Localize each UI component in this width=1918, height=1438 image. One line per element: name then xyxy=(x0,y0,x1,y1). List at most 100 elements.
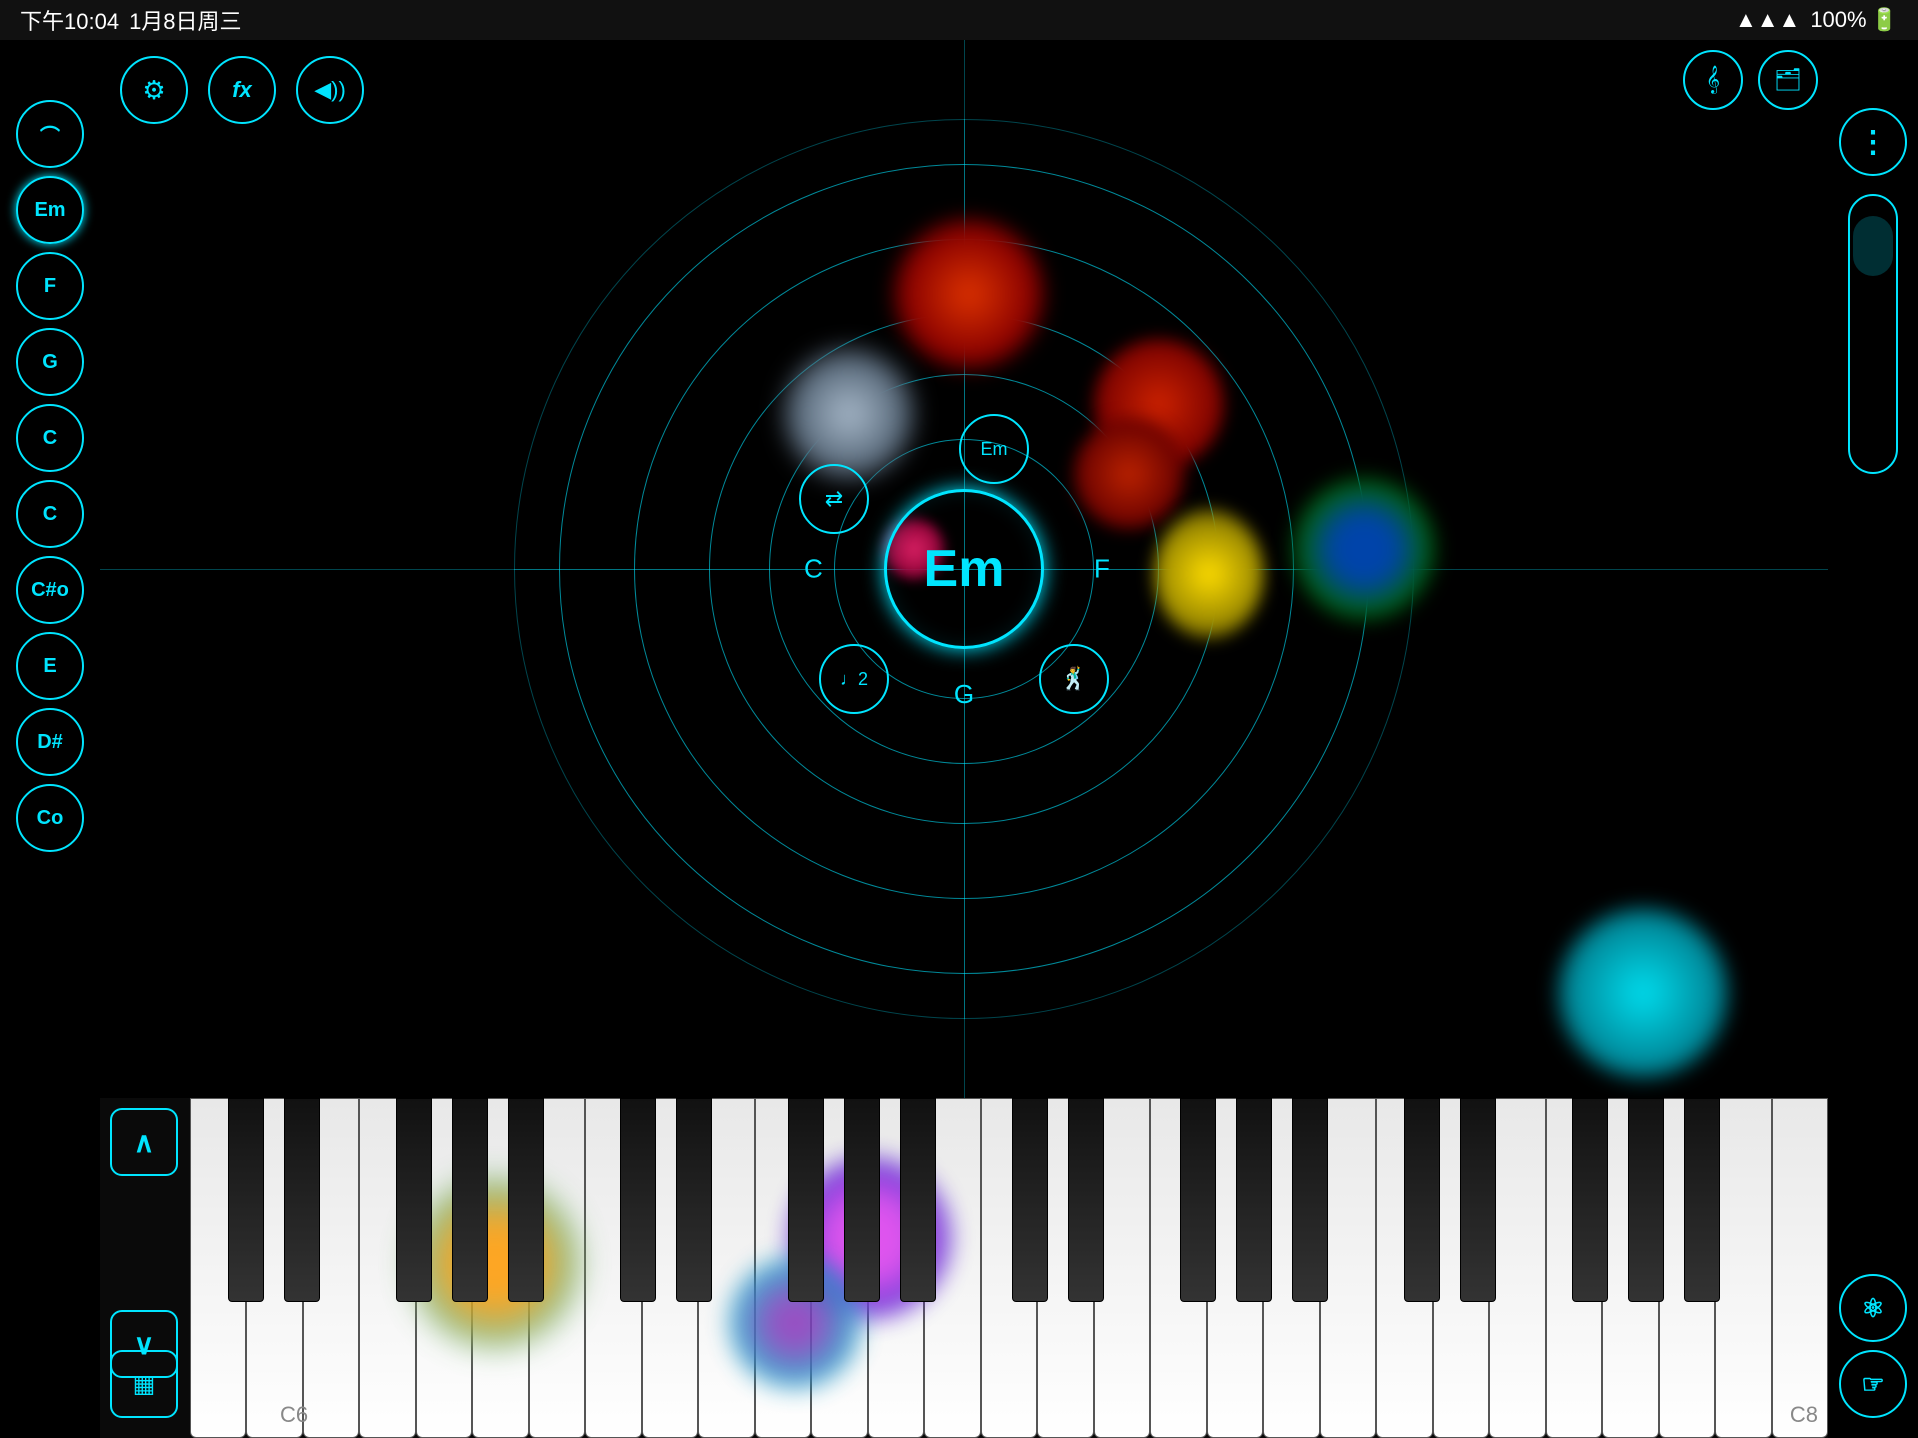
status-date: 1月8日周三 xyxy=(129,4,241,36)
piano-grid-icon: ▦ xyxy=(133,1370,156,1399)
piano-keys[interactable]: C6 C8 xyxy=(190,1098,1828,1438)
chord-c1-label: C xyxy=(43,427,57,450)
black-key-18[interactable] xyxy=(1236,1098,1272,1302)
chord-e-button[interactable]: E xyxy=(16,632,84,700)
main-visualization: Em ⇄ ♩2 🕺 Em C F G xyxy=(100,40,1828,1098)
black-key-14[interactable] xyxy=(1012,1098,1048,1302)
inner-em-circle[interactable]: Em xyxy=(959,414,1029,484)
hand-icon: ☞ xyxy=(1861,1369,1884,1400)
right-toolbar: ⋮ ⚛ ☞ xyxy=(1828,40,1918,1438)
blob-yellow xyxy=(1154,509,1264,639)
chord-g-button[interactable]: G xyxy=(16,328,84,396)
hand-button[interactable]: ☞ xyxy=(1839,1350,1907,1418)
top-toolbar: ⚙ fx ◀)) xyxy=(100,40,1828,140)
black-key-4[interactable] xyxy=(452,1098,488,1302)
fx-button[interactable]: fx xyxy=(208,56,276,124)
chord-e-label: E xyxy=(43,655,56,678)
chord-c2-label: C xyxy=(43,503,57,526)
file-button[interactable]: 🗂 xyxy=(1758,50,1818,110)
swap-button[interactable]: ⇄ xyxy=(799,464,869,534)
black-key-15[interactable] xyxy=(1068,1098,1104,1302)
file-icon: 🗂 xyxy=(1774,67,1802,93)
chord-co-button[interactable]: Co xyxy=(16,784,84,852)
chord-em-button[interactable]: Em xyxy=(16,176,84,244)
metronome-icon: 𝄞 xyxy=(1706,66,1720,94)
chord-dsharp-button[interactable]: D# xyxy=(16,708,84,776)
gear-icon: ⚙ xyxy=(142,75,165,106)
piano-scroll-up-button[interactable]: ∧ xyxy=(110,1108,178,1176)
black-key-10[interactable] xyxy=(788,1098,824,1302)
black-key-24[interactable] xyxy=(1572,1098,1608,1302)
chord-csharpo-button[interactable]: C#o xyxy=(16,556,84,624)
center-em-label: Em xyxy=(924,539,1005,599)
piano-area: ∧ ∨ C6 C8 ▦ xyxy=(100,1098,1828,1438)
sound-button[interactable]: ◀)) xyxy=(296,56,364,124)
chord-f-button[interactable]: F xyxy=(16,252,84,320)
inner-em-label: Em xyxy=(981,439,1008,460)
chord-em-label: Em xyxy=(34,199,65,222)
black-key-5[interactable] xyxy=(508,1098,544,1302)
black-key-11[interactable] xyxy=(844,1098,880,1302)
metronome-button[interactable]: 𝄞 xyxy=(1683,50,1743,110)
battery-icon: 🔋 xyxy=(1871,7,1898,33)
label-f: F xyxy=(1094,554,1110,585)
black-key-22[interactable] xyxy=(1460,1098,1496,1302)
black-key-7[interactable] xyxy=(620,1098,656,1302)
blob-multicolor xyxy=(1294,479,1434,619)
label-c: C xyxy=(804,554,823,585)
arc-button[interactable]: ⌒ xyxy=(16,100,84,168)
blob-cyan-lower xyxy=(1558,908,1728,1078)
dots-icon: ⋮ xyxy=(1858,125,1888,160)
chord-g-label: G xyxy=(42,351,58,374)
chord-co-label: Co xyxy=(37,807,64,830)
black-key-12[interactable] xyxy=(900,1098,936,1302)
conductor-icon: 🕺 xyxy=(1060,666,1087,692)
black-key-1[interactable] xyxy=(284,1098,320,1302)
black-key-26[interactable] xyxy=(1684,1098,1720,1302)
black-key-25[interactable] xyxy=(1628,1098,1664,1302)
label-g: G xyxy=(954,679,974,710)
metronome-circle-icon: ♩2 xyxy=(840,669,868,690)
black-key-3[interactable] xyxy=(396,1098,432,1302)
black-key-0[interactable] xyxy=(228,1098,264,1302)
sound-icon: ◀)) xyxy=(314,77,346,103)
gear-button[interactable]: ⚙ xyxy=(120,56,188,124)
blob-red-lower xyxy=(1074,419,1184,529)
dots-button[interactable]: ⋮ xyxy=(1839,108,1907,176)
metronome-circle-button[interactable]: ♩2 xyxy=(819,644,889,714)
blob-red-top xyxy=(894,219,1044,369)
chord-dsharp-label: D# xyxy=(37,731,63,754)
arc-icon: ⌒ xyxy=(40,120,60,149)
status-time: 下午10:04 xyxy=(20,4,119,36)
right-scroll[interactable] xyxy=(1848,194,1898,474)
black-key-19[interactable] xyxy=(1292,1098,1328,1302)
swap-icon: ⇄ xyxy=(825,486,843,512)
left-toolbar: ⌒ Em F G C C C#o E D# Co xyxy=(0,40,100,1438)
chevron-up-icon: ∧ xyxy=(134,1126,155,1159)
white-key-20[interactable] xyxy=(1320,1098,1376,1438)
fx-icon: fx xyxy=(232,77,252,103)
center-em-circle[interactable]: Em xyxy=(884,489,1044,649)
atom-button[interactable]: ⚛ xyxy=(1839,1274,1907,1342)
piano-label-c6: C6 xyxy=(280,1402,308,1428)
atom-icon: ⚛ xyxy=(1861,1293,1884,1324)
scroll-thumb xyxy=(1853,216,1893,276)
black-key-21[interactable] xyxy=(1404,1098,1440,1302)
chord-c2-button[interactable]: C xyxy=(16,480,84,548)
piano-grid-button[interactable]: ▦ xyxy=(110,1350,178,1418)
white-key-27[interactable] xyxy=(1715,1098,1771,1438)
white-key-28[interactable] xyxy=(1772,1098,1828,1438)
black-key-8[interactable] xyxy=(676,1098,712,1302)
black-key-17[interactable] xyxy=(1180,1098,1216,1302)
conductor-button[interactable]: 🕺 xyxy=(1039,644,1109,714)
white-key-23[interactable] xyxy=(1489,1098,1545,1438)
piano-label-c8: C8 xyxy=(1790,1402,1818,1428)
chord-c1-button[interactable]: C xyxy=(16,404,84,472)
chord-f-label: F xyxy=(44,275,56,298)
bottom-left-icons: ▦ xyxy=(110,1350,178,1418)
status-bar: 下午10:04 1月8日周三 ▲▲▲ 100% 🔋 xyxy=(0,0,1918,40)
blob-white-left xyxy=(784,349,914,479)
circle-visualization: Em ⇄ ♩2 🕺 Em C F G xyxy=(514,119,1414,1019)
top-right-icons: 𝄞 🗂 xyxy=(1683,50,1818,110)
wifi-icon: ▲▲▲ xyxy=(1735,7,1800,33)
